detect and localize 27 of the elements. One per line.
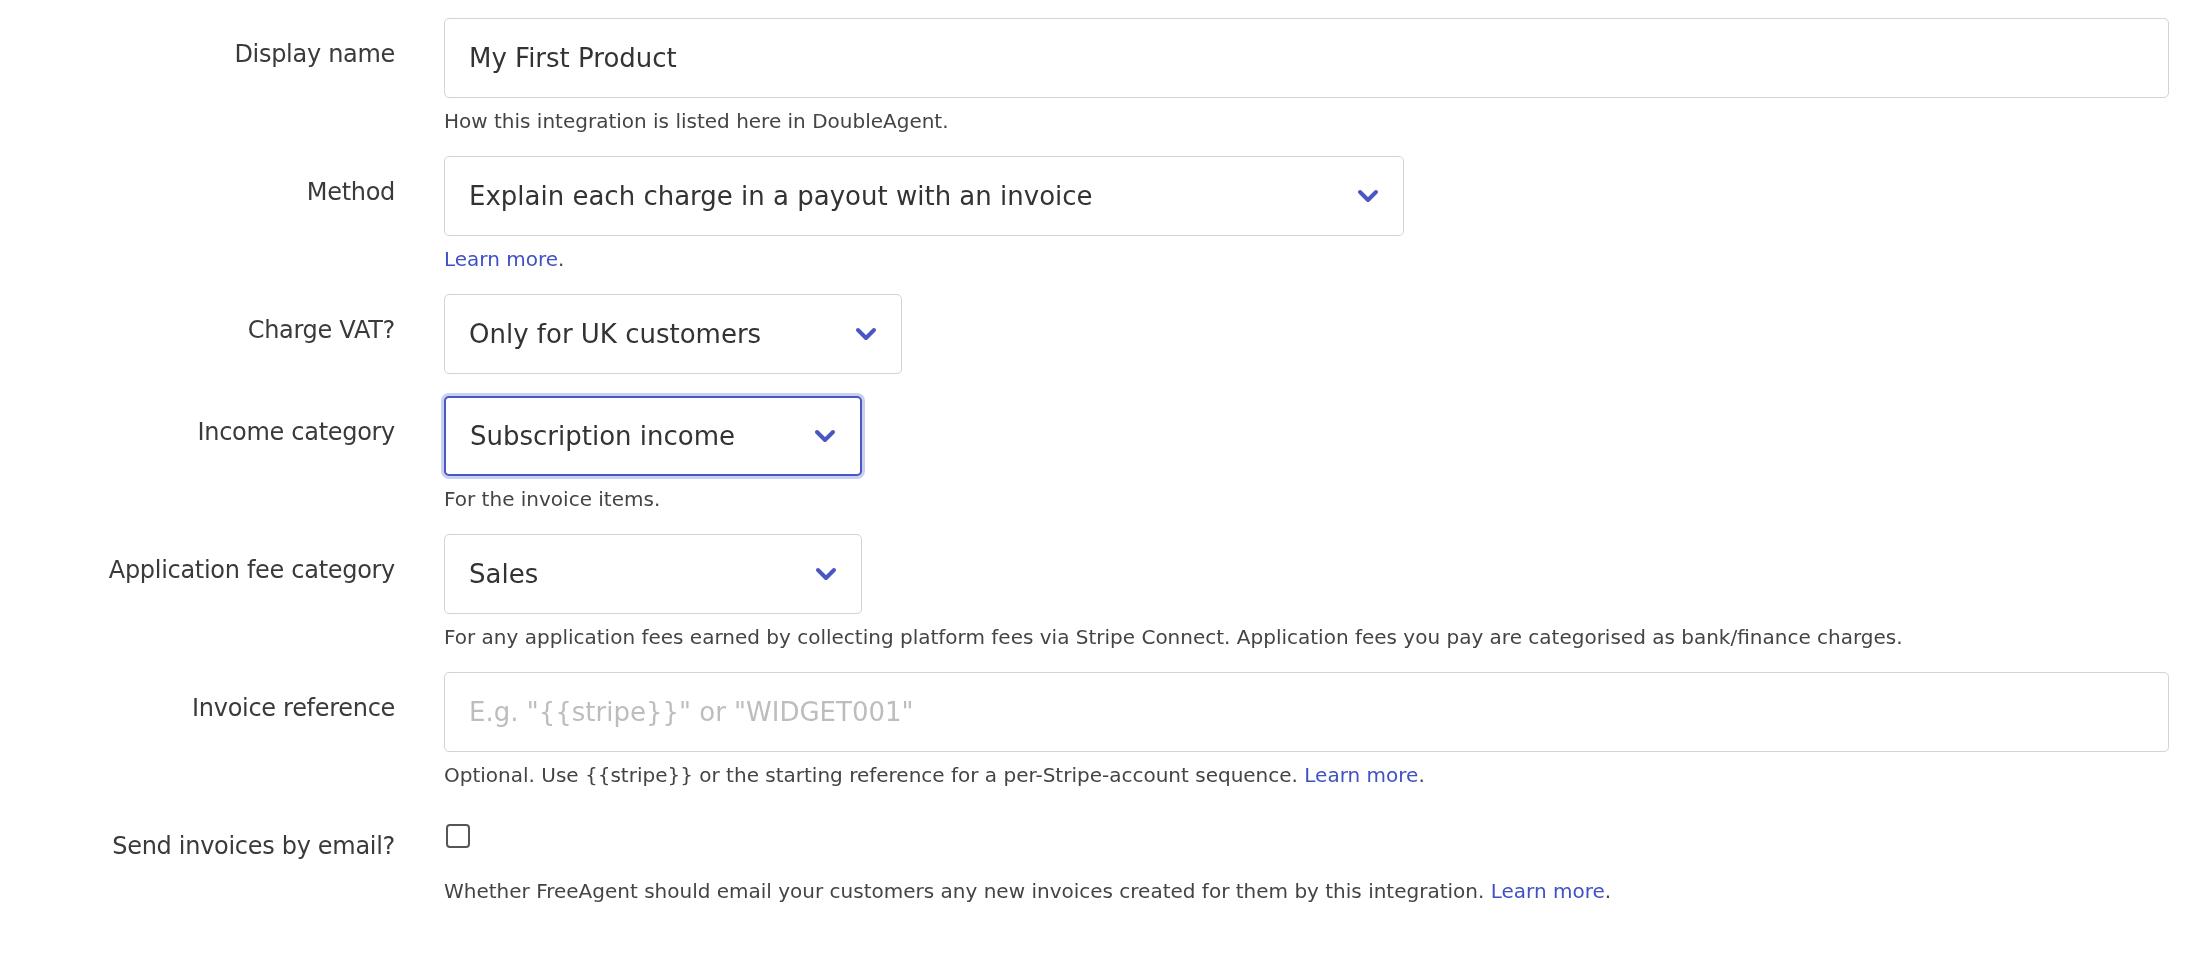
dropdown-select[interactable]: Only for UK customers [444, 294, 902, 374]
field-label: Method [305, 177, 395, 208]
chevron-down-icon [855, 327, 877, 341]
field-label: Display name [233, 39, 395, 70]
field-label: Invoice reference [191, 693, 395, 724]
dropdown-select[interactable]: Subscription income [444, 396, 862, 476]
field-label: Charge VAT? [246, 315, 395, 346]
checkbox[interactable] [446, 824, 470, 848]
help-text: How this integration is listed here in DoubleAgent. [444, 108, 949, 134]
chevron-down-icon [815, 567, 837, 581]
help-text: For the invoice items. [444, 486, 661, 512]
text-input[interactable]: E.g. "{{stripe}}" or "WIDGET001" [444, 672, 2169, 752]
text-input[interactable]: My First Product [444, 18, 2169, 98]
chevron-down-icon [814, 429, 836, 443]
learn-more-link[interactable]: Learn more [444, 247, 559, 271]
help-text: Optional. Use {{stripe}} or the starting reference for a per-Stripe-account sequence. Learn more. [444, 762, 1425, 788]
help-text: For any application fees earned by collecting platform fees via Stripe Connect. Application fees you pay are categorised as bank/finance charges. [444, 624, 1903, 650]
dropdown-select[interactable]: Explain each charge in a payout with an invoice [444, 156, 1404, 236]
help-text: Learn more. [444, 246, 565, 272]
field-label: Income category [196, 417, 395, 448]
chevron-down-icon [1357, 189, 1379, 203]
field-label: Application fee category [107, 555, 395, 586]
help-text: Whether FreeAgent should email your customers any new invoices created for them by this integration. Learn more. [444, 878, 1612, 904]
dropdown-select[interactable]: Sales [444, 534, 862, 614]
field-label: Send invoices by email? [111, 831, 395, 862]
learn-more-link[interactable]: Learn more [1490, 879, 1605, 903]
learn-more-link[interactable]: Learn more [1304, 763, 1419, 787]
